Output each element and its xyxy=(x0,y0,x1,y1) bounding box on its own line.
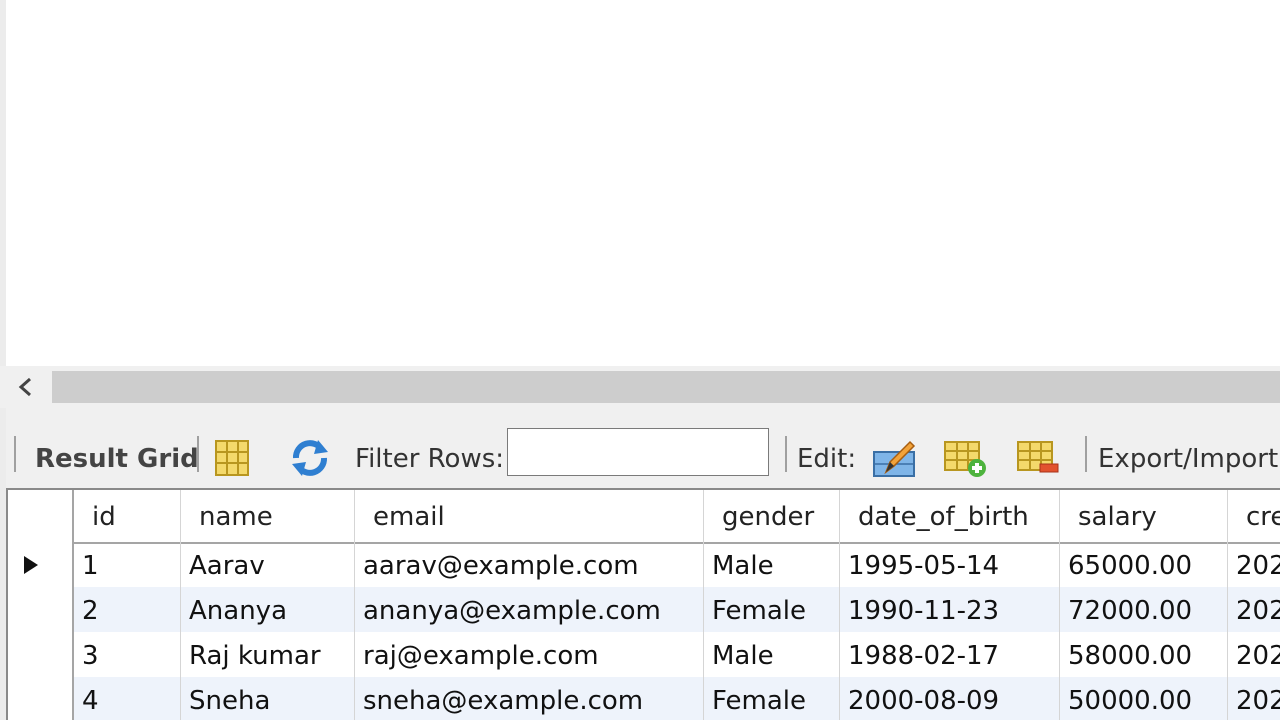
delete-row-icon[interactable] xyxy=(1016,436,1060,480)
cell-created-at[interactable]: 2025- xyxy=(1228,542,1280,587)
column-header[interactable]: salary xyxy=(1060,490,1228,542)
column-header[interactable]: name xyxy=(181,490,355,542)
column-header[interactable]: id xyxy=(74,490,181,542)
cell-email[interactable]: aarav@example.com xyxy=(355,542,704,587)
add-row-icon[interactable] xyxy=(943,436,987,480)
cell-salary[interactable]: 50000.00 xyxy=(1060,677,1228,720)
result-grid[interactable]: id name email gender date_of_birth salar… xyxy=(6,488,1280,720)
filter-rows-input[interactable] xyxy=(507,428,769,476)
scroll-left-button[interactable] xyxy=(12,374,40,400)
cell-date-of-birth[interactable]: 1990-11-23 xyxy=(840,587,1060,632)
scrollbar-thumb[interactable] xyxy=(52,371,1280,403)
table-row[interactable]: 1 Aarav aarav@example.com Male 1995-05-1… xyxy=(8,542,1280,587)
row-header[interactable] xyxy=(8,677,74,720)
cell-id[interactable]: 1 xyxy=(74,542,181,587)
cell-created-at[interactable]: 2025- xyxy=(1228,677,1280,720)
row-header[interactable] xyxy=(8,587,74,632)
result-toolbar: Result Grid Filter Rows: Edit: Export/Im… xyxy=(6,408,1280,488)
row-header-corner xyxy=(8,490,74,542)
form-view-icon[interactable] xyxy=(212,436,256,480)
cell-created-at[interactable]: 2025- xyxy=(1228,632,1280,677)
cell-salary[interactable]: 65000.00 xyxy=(1060,542,1228,587)
table-row[interactable]: 4 Sneha sneha@example.com Female 2000-08… xyxy=(8,677,1280,720)
cell-id[interactable]: 3 xyxy=(74,632,181,677)
column-header[interactable]: email xyxy=(355,490,704,542)
cell-name[interactable]: Aarav xyxy=(181,542,355,587)
cell-name[interactable]: Raj kumar xyxy=(181,632,355,677)
horizontal-scrollbar[interactable] xyxy=(0,366,1280,408)
export-import-label: Export/Import: xyxy=(1098,444,1280,474)
cell-date-of-birth[interactable]: 1995-05-14 xyxy=(840,542,1060,587)
result-grid-tab[interactable]: Result Grid xyxy=(35,444,199,474)
filter-rows-label: Filter Rows: xyxy=(355,444,505,474)
cell-gender[interactable]: Male xyxy=(704,632,840,677)
refresh-icon[interactable] xyxy=(288,436,332,480)
sql-editor-area[interactable] xyxy=(6,0,1280,366)
edit-row-icon[interactable] xyxy=(872,436,916,480)
cell-name[interactable]: Ananya xyxy=(181,587,355,632)
cell-salary[interactable]: 58000.00 xyxy=(1060,632,1228,677)
edit-label: Edit: xyxy=(797,444,857,474)
row-header[interactable] xyxy=(8,632,74,677)
cell-id[interactable]: 4 xyxy=(74,677,181,720)
row-header[interactable] xyxy=(8,542,74,587)
column-header[interactable]: gender xyxy=(704,490,840,542)
cell-email[interactable]: raj@example.com xyxy=(355,632,704,677)
toolbar-separator xyxy=(197,436,199,472)
toolbar-separator xyxy=(785,436,787,472)
cell-date-of-birth[interactable]: 1988-02-17 xyxy=(840,632,1060,677)
table-row[interactable]: 3 Raj kumar raj@example.com Male 1988-02… xyxy=(8,632,1280,677)
cell-date-of-birth[interactable]: 2000-08-09 xyxy=(840,677,1060,720)
mysql-workbench-window: Result Grid Filter Rows: Edit: Export/Im… xyxy=(0,0,1280,720)
cell-created-at[interactable]: 2025- xyxy=(1228,587,1280,632)
cell-name[interactable]: Sneha xyxy=(181,677,355,720)
grid-header: id name email gender date_of_birth salar… xyxy=(8,490,1280,544)
chevron-left-icon xyxy=(18,377,31,397)
cell-id[interactable]: 2 xyxy=(74,587,181,632)
toolbar-separator xyxy=(1085,436,1087,472)
cell-gender[interactable]: Female xyxy=(704,677,840,720)
column-header[interactable]: created_at xyxy=(1228,490,1280,542)
table-row[interactable]: 2 Ananya ananya@example.com Female 1990-… xyxy=(8,587,1280,632)
row-pointer-icon xyxy=(24,556,38,574)
cell-email[interactable]: ananya@example.com xyxy=(355,587,704,632)
cell-salary[interactable]: 72000.00 xyxy=(1060,587,1228,632)
cell-gender[interactable]: Male xyxy=(704,542,840,587)
column-header[interactable]: date_of_birth xyxy=(840,490,1060,542)
toolbar-separator xyxy=(14,436,16,472)
cell-email[interactable]: sneha@example.com xyxy=(355,677,704,720)
cell-gender[interactable]: Female xyxy=(704,587,840,632)
